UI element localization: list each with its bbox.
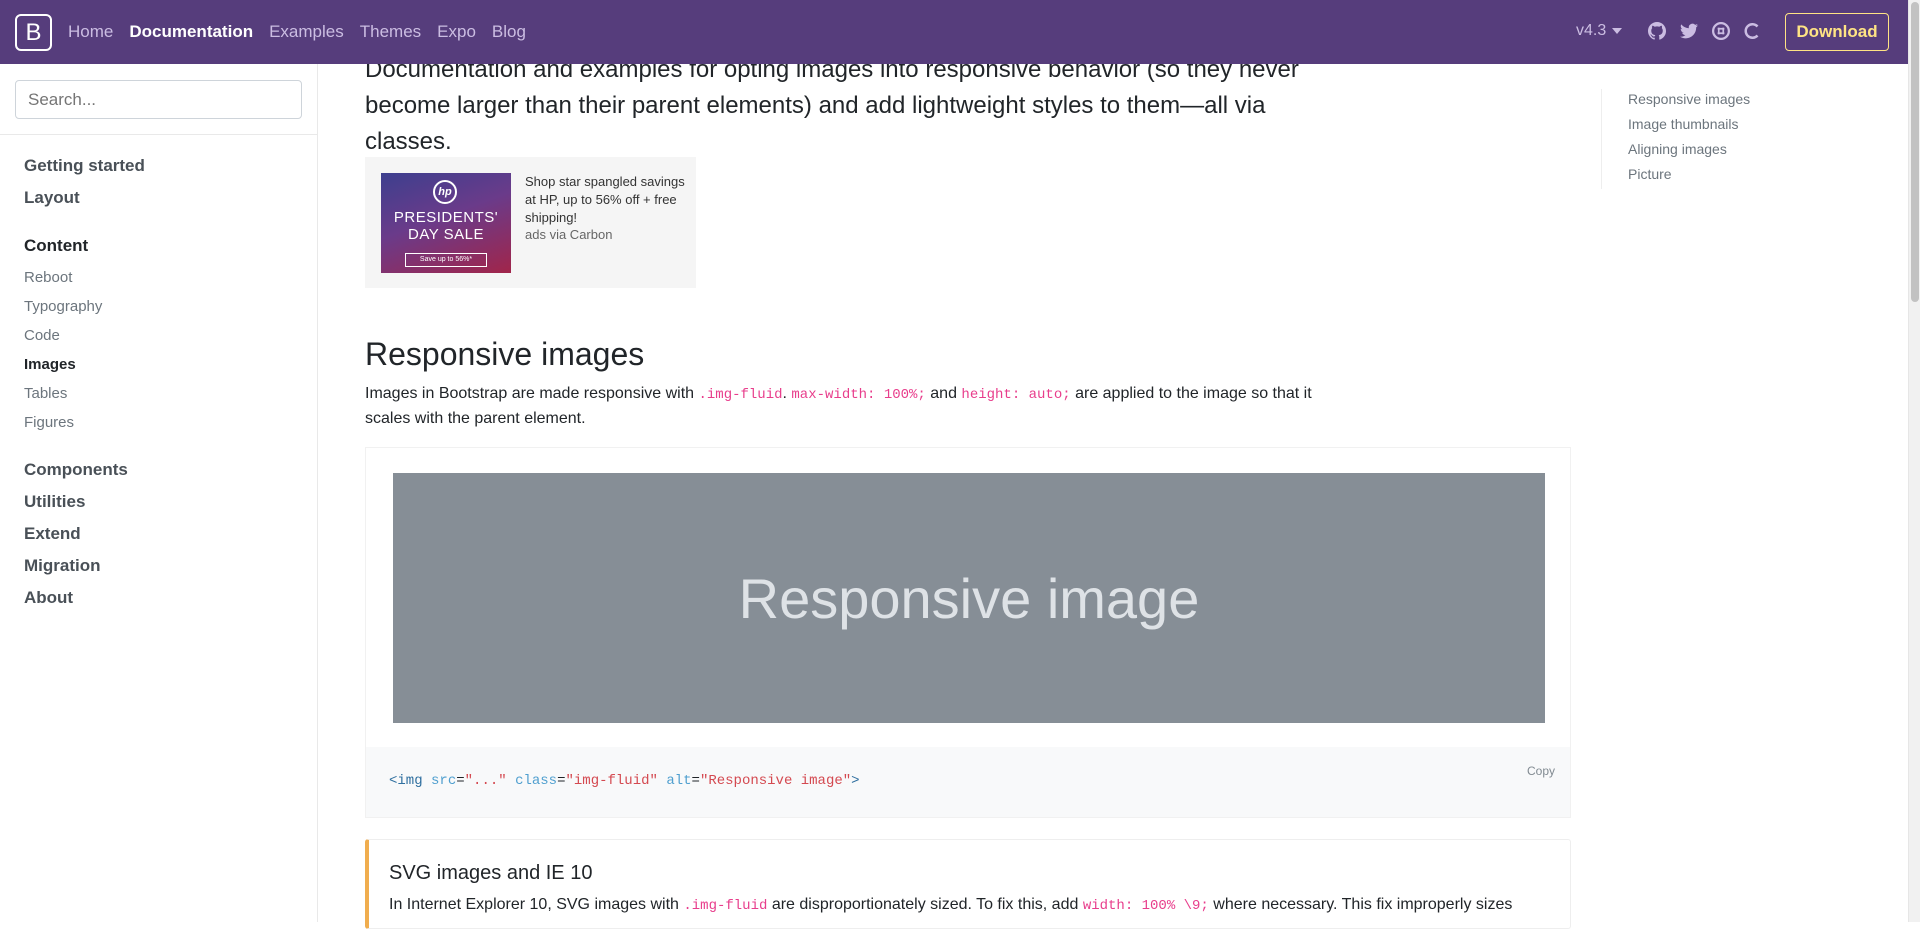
callout-text-part: where necessary. This fix improperly siz… [1208, 896, 1513, 913]
responsive-image-placeholder: Responsive image [393, 473, 1545, 723]
code-tag: <img [389, 773, 423, 789]
ad-text[interactable]: Shop star spangled savings at HP, up to … [525, 173, 685, 227]
nav-expo[interactable]: Expo [437, 22, 476, 42]
sidebar-item-tables[interactable]: Tables [24, 385, 67, 402]
ad-image-headline: PRESIDENTS' DAY SALE [393, 209, 499, 243]
nav-links: Home Documentation Examples Themes Expo … [68, 0, 542, 64]
bootstrap-logo[interactable]: B [15, 14, 52, 51]
toc-image-thumbnails[interactable]: Image thumbnails [1628, 116, 1739, 132]
copy-button[interactable]: Copy [1527, 764, 1555, 778]
nav-themes[interactable]: Themes [360, 22, 421, 42]
code-snippet: Copy <img src="..." class="img-fluid" al… [365, 747, 1571, 818]
code-attr: src [431, 773, 457, 789]
sidebar-group-getting-started[interactable]: Getting started [24, 156, 145, 176]
inline-code: height: auto; [961, 387, 1071, 403]
sidebar-group-migration[interactable]: Migration [24, 556, 101, 576]
table-of-contents: Responsive images Image thumbnails Align… [1601, 89, 1750, 189]
code-attr: alt [666, 773, 692, 789]
code-value: "img-fluid" [565, 773, 658, 789]
version-dropdown[interactable]: v4.3 [1576, 22, 1623, 40]
code-line: <img src="..." class="img-fluid" alt="Re… [389, 773, 860, 789]
toc-picture[interactable]: Picture [1628, 166, 1672, 182]
callout-title: SVG images and IE 10 [389, 862, 593, 884]
sidebar-group-extend[interactable]: Extend [24, 524, 81, 544]
twitter-icon[interactable] [1680, 22, 1698, 40]
paragraph-text: and [925, 385, 962, 402]
inline-code: width: 100% \9; [1082, 898, 1209, 914]
github-icon[interactable] [1648, 22, 1666, 40]
ad-image-button: Save up to 56%* [405, 253, 487, 267]
sidebar-item-images[interactable]: Images [24, 356, 76, 373]
toc-responsive-images[interactable]: Responsive images [1628, 91, 1750, 107]
sidebar-group-components[interactable]: Components [24, 460, 128, 480]
sidebar-group-about[interactable]: About [24, 588, 73, 608]
inline-code: .img-fluid [683, 898, 768, 914]
docs-sidebar: Getting started Layout Content Reboot Ty… [0, 64, 318, 922]
page-scrollbar[interactable] [1908, 0, 1920, 922]
section-title: Responsive images [365, 336, 645, 372]
opencollective-icon[interactable] [1744, 22, 1762, 40]
search-input[interactable] [15, 80, 302, 119]
warning-callout: SVG images and IE 10 In Internet Explore… [365, 839, 1571, 929]
caret-down-icon [1612, 27, 1623, 34]
callout-text-part: In Internet Explorer 10, SVG images with [389, 896, 684, 913]
download-button[interactable]: Download [1785, 13, 1889, 51]
nav-documentation[interactable]: Documentation [129, 22, 253, 42]
hp-logo: hp [433, 180, 457, 204]
callout-text-part: are disproportionately sized. To fix thi… [767, 896, 1083, 913]
ad-via-link[interactable]: ads via Carbon [525, 227, 612, 242]
ad-image[interactable]: hp PRESIDENTS' DAY SALE Save up to 56%* [381, 173, 511, 273]
sidebar-item-code[interactable]: Code [24, 327, 60, 344]
section-paragraph: Images in Bootstrap are made responsive … [365, 382, 1345, 431]
code-attr: class [515, 773, 558, 789]
carbon-ad[interactable]: hp PRESIDENTS' DAY SALE Save up to 56%* … [365, 157, 696, 288]
top-navbar: B Home Documentation Examples Themes Exp… [0, 0, 1908, 64]
code-value: "..." [464, 773, 507, 789]
inline-code: .img-fluid [698, 387, 783, 403]
sidebar-group-utilities[interactable]: Utilities [24, 492, 85, 512]
sidebar-group-layout[interactable]: Layout [24, 188, 80, 208]
sidebar-group-content[interactable]: Content [24, 236, 88, 256]
sidebar-item-reboot[interactable]: Reboot [24, 269, 72, 286]
example-box: Responsive image [365, 447, 1571, 747]
sidebar-divider [0, 134, 318, 135]
toc-aligning-images[interactable]: Aligning images [1628, 141, 1727, 157]
nav-examples[interactable]: Examples [269, 22, 344, 42]
paragraph-text: Images in Bootstrap are made responsive … [365, 385, 699, 402]
sidebar-item-figures[interactable]: Figures [24, 414, 74, 431]
scrollbar-thumb[interactable] [1911, 2, 1919, 302]
version-label: v4.3 [1576, 22, 1607, 39]
code-value: "Responsive image" [699, 773, 852, 789]
callout-text: In Internet Explorer 10, SVG images with… [389, 893, 1569, 918]
inline-code: max-width: 100%; [791, 387, 926, 403]
code-tag: > [851, 773, 860, 789]
lead-paragraph: Documentation and examples for opting im… [365, 56, 1299, 155]
sidebar-item-typography[interactable]: Typography [24, 298, 102, 315]
slack-icon[interactable] [1712, 22, 1730, 40]
nav-home[interactable]: Home [68, 22, 113, 42]
nav-blog[interactable]: Blog [492, 22, 526, 42]
